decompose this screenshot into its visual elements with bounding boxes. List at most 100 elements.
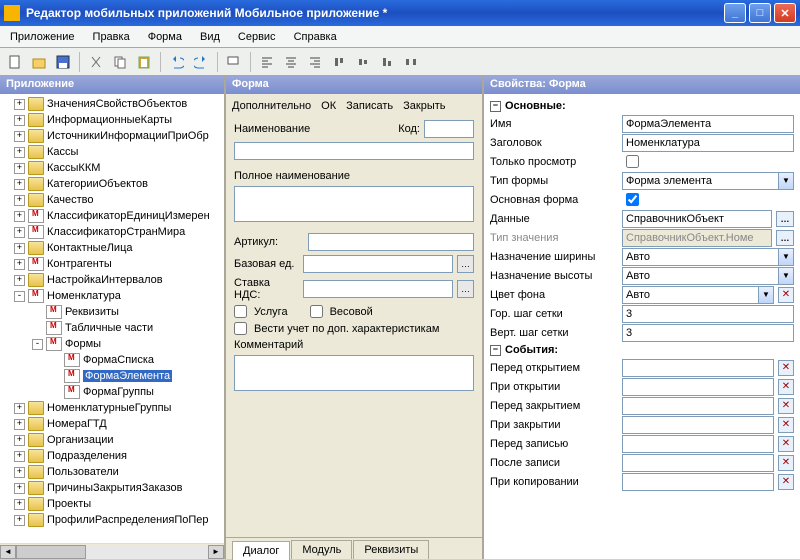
find-icon[interactable]: [223, 51, 245, 73]
prop-bg-clear-icon[interactable]: ✕: [778, 287, 794, 303]
prop-width-combo[interactable]: Авто▼: [622, 248, 794, 266]
tree-item[interactable]: +ИсточникиИнформацииПриОбр: [4, 128, 224, 144]
vat-browse-icon[interactable]: …: [457, 280, 474, 298]
clear-icon[interactable]: ✕: [778, 417, 794, 433]
tree-item[interactable]: ФормаСписка: [4, 352, 224, 368]
tree-item[interactable]: +НастройкаИнтервалов: [4, 272, 224, 288]
scroll-right-icon[interactable]: ►: [208, 545, 224, 559]
menu-app[interactable]: Приложение: [6, 29, 79, 45]
extra-checkbox[interactable]: [234, 322, 247, 335]
tree-toggle-icon[interactable]: +: [14, 451, 25, 462]
prop-mainform-checkbox[interactable]: [626, 193, 639, 206]
open-icon[interactable]: [28, 51, 50, 73]
menu-help[interactable]: Справка: [290, 29, 341, 45]
clear-icon[interactable]: ✕: [778, 436, 794, 452]
tree-toggle-icon[interactable]: +: [14, 483, 25, 494]
prop-bg-combo[interactable]: Авто▼: [622, 286, 774, 304]
tree-toggle-icon[interactable]: +: [14, 195, 25, 206]
prop-readonly-checkbox[interactable]: [626, 155, 639, 168]
tree-toggle-icon[interactable]: +: [14, 259, 25, 270]
scroll-left-icon[interactable]: ◄: [0, 545, 16, 559]
tree-item[interactable]: +Проекты: [4, 496, 224, 512]
chevron-down-icon[interactable]: ▼: [778, 173, 793, 189]
new-icon[interactable]: [4, 51, 26, 73]
vat-input[interactable]: [303, 280, 453, 298]
tree-item[interactable]: ФормаЭлемента: [4, 368, 224, 384]
tree-toggle-icon[interactable]: +: [14, 419, 25, 430]
service-checkbox[interactable]: [234, 305, 247, 318]
menu-view[interactable]: Вид: [196, 29, 224, 45]
align-right-icon[interactable]: [304, 51, 326, 73]
ev-on-copy-input[interactable]: [622, 473, 774, 491]
tree-item[interactable]: Реквизиты: [4, 304, 224, 320]
tree-item[interactable]: +НомераГТД: [4, 416, 224, 432]
tree-item[interactable]: +ПричиныЗакрытияЗаказов: [4, 480, 224, 496]
form-write[interactable]: Записать: [346, 100, 393, 112]
tree-item[interactable]: +ИнформационныеКарты: [4, 112, 224, 128]
prop-name-input[interactable]: [622, 115, 794, 133]
group-events[interactable]: −События:: [490, 344, 794, 356]
align-center-icon[interactable]: [280, 51, 302, 73]
prop-data-browse-icon[interactable]: …: [776, 211, 794, 227]
distrib-icon[interactable]: [400, 51, 422, 73]
tree-item[interactable]: -Номенклатура: [4, 288, 224, 304]
copy-icon[interactable]: [109, 51, 131, 73]
scroll-thumb[interactable]: [16, 545, 86, 559]
form-close[interactable]: Закрыть: [403, 100, 445, 112]
chevron-down-icon[interactable]: ▼: [778, 268, 793, 284]
clear-icon[interactable]: ✕: [778, 398, 794, 414]
tree-item[interactable]: +ЗначенияСвойствОбъектов: [4, 96, 224, 112]
prop-title-input[interactable]: [622, 134, 794, 152]
tree-toggle-icon[interactable]: +: [14, 99, 25, 110]
tree-item[interactable]: +КассыККМ: [4, 160, 224, 176]
tree-item[interactable]: +КлассификаторЕдиницИзмерен: [4, 208, 224, 224]
tree-item[interactable]: +Качество: [4, 192, 224, 208]
tree-item[interactable]: +НоменклатурныеГруппы: [4, 400, 224, 416]
tree-item[interactable]: +Подразделения: [4, 448, 224, 464]
align-top-icon[interactable]: [328, 51, 350, 73]
prop-valtype-browse-icon[interactable]: …: [776, 230, 794, 246]
ev-after-write-input[interactable]: [622, 454, 774, 472]
baseunit-browse-icon[interactable]: …: [457, 255, 474, 273]
save-icon[interactable]: [52, 51, 74, 73]
tree-toggle-icon[interactable]: +: [14, 227, 25, 238]
prop-hgrid-input[interactable]: [622, 305, 794, 323]
chevron-down-icon[interactable]: ▼: [758, 287, 773, 303]
prop-vgrid-input[interactable]: [622, 324, 794, 342]
tree-toggle-icon[interactable]: +: [14, 211, 25, 222]
tree-toggle-icon[interactable]: +: [14, 163, 25, 174]
tree-toggle-icon[interactable]: +: [14, 243, 25, 254]
tree-hscroll[interactable]: ◄ ►: [0, 543, 224, 559]
baseunit-input[interactable]: [303, 255, 453, 273]
tree-toggle-icon[interactable]: -: [32, 339, 43, 350]
article-input[interactable]: [308, 233, 474, 251]
code-input[interactable]: [424, 120, 474, 138]
prop-data-input[interactable]: [622, 210, 772, 228]
ev-before-open-input[interactable]: [622, 359, 774, 377]
tree-item[interactable]: +КонтактныеЛица: [4, 240, 224, 256]
align-left-icon[interactable]: [256, 51, 278, 73]
tree-item[interactable]: +Организации: [4, 432, 224, 448]
tree-toggle-icon[interactable]: +: [14, 275, 25, 286]
tree-item[interactable]: Табличные части: [4, 320, 224, 336]
align-middle-icon[interactable]: [352, 51, 374, 73]
menu-service[interactable]: Сервис: [234, 29, 280, 45]
prop-height-combo[interactable]: Авто▼: [622, 267, 794, 285]
chevron-down-icon[interactable]: ▼: [778, 249, 793, 265]
scroll-track[interactable]: [86, 545, 208, 559]
tree-toggle-icon[interactable]: +: [14, 131, 25, 142]
clear-icon[interactable]: ✕: [778, 455, 794, 471]
tree-item[interactable]: ФормаГруппы: [4, 384, 224, 400]
tree-toggle-icon[interactable]: +: [14, 467, 25, 478]
undo-icon[interactable]: [166, 51, 188, 73]
tree-toggle-icon[interactable]: -: [14, 291, 25, 302]
tree-toggle-icon[interactable]: +: [14, 435, 25, 446]
tree-toggle-icon[interactable]: +: [14, 499, 25, 510]
tree-item[interactable]: +КатегорииОбъектов: [4, 176, 224, 192]
tree-item[interactable]: -Формы: [4, 336, 224, 352]
form-more[interactable]: Дополнительно: [232, 100, 311, 112]
tree-item[interactable]: +Пользователи: [4, 464, 224, 480]
fullname-input[interactable]: [234, 186, 474, 222]
minimize-button[interactable]: _: [724, 3, 746, 23]
tree-toggle-icon[interactable]: +: [14, 515, 25, 526]
